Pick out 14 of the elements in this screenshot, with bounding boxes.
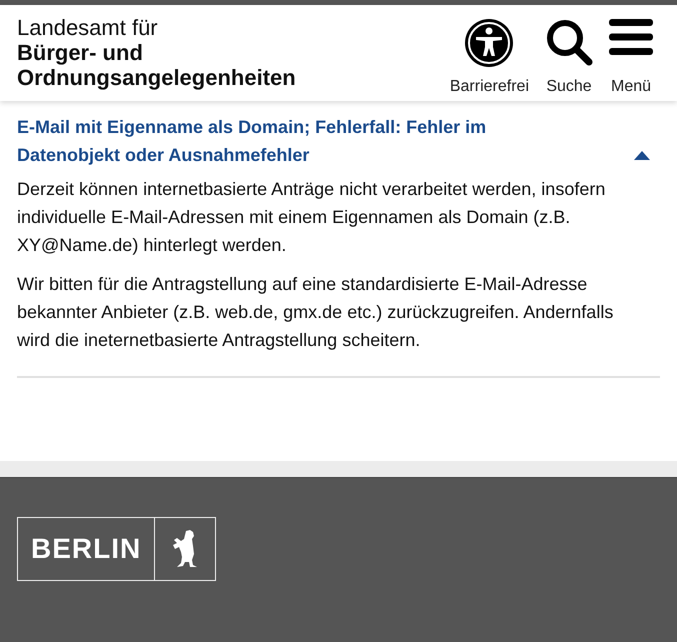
agency-name-bold: Bürger- und Ordnungsangelegenheiten xyxy=(17,40,297,90)
menu-icon xyxy=(609,18,653,56)
berlin-logo[interactable]: BERLIN xyxy=(17,517,216,581)
accordion-header[interactable]: E-Mail mit Eigenname als Domain; Fehlerfall: Fehler im Datenobjekt oder Ausnahmefehler xyxy=(17,101,660,169)
search-icon xyxy=(545,18,593,66)
paragraph: Wir bitten für die Antragstellung auf eine standardisierte E-Mail-Adresse bekannter Anbieter (z.B. web.de, gmx.de etc.) zurückzugreifen. Andernfalls wird die ineternetbasierte Antragstellung scheitern. xyxy=(17,273,614,352)
search-button[interactable]: Suche xyxy=(545,18,593,96)
accessibility-icon xyxy=(464,18,514,68)
menu-button[interactable]: Menü xyxy=(609,18,653,96)
logo-wordmark: BERLIN xyxy=(18,518,156,580)
paragraph: Derzeit können internetbasierte Anträge nicht verarbeitet werden, insofern individuelle E-Mail-Adressen mit einem Eigennamen als Domain (z.B. XY@Name.de) hinterlegt werden. xyxy=(17,178,606,257)
agency-name-line: Landesamt für xyxy=(17,16,159,40)
accessibility-button[interactable]: Barrierefrei xyxy=(450,18,529,96)
bear-icon xyxy=(173,530,198,568)
